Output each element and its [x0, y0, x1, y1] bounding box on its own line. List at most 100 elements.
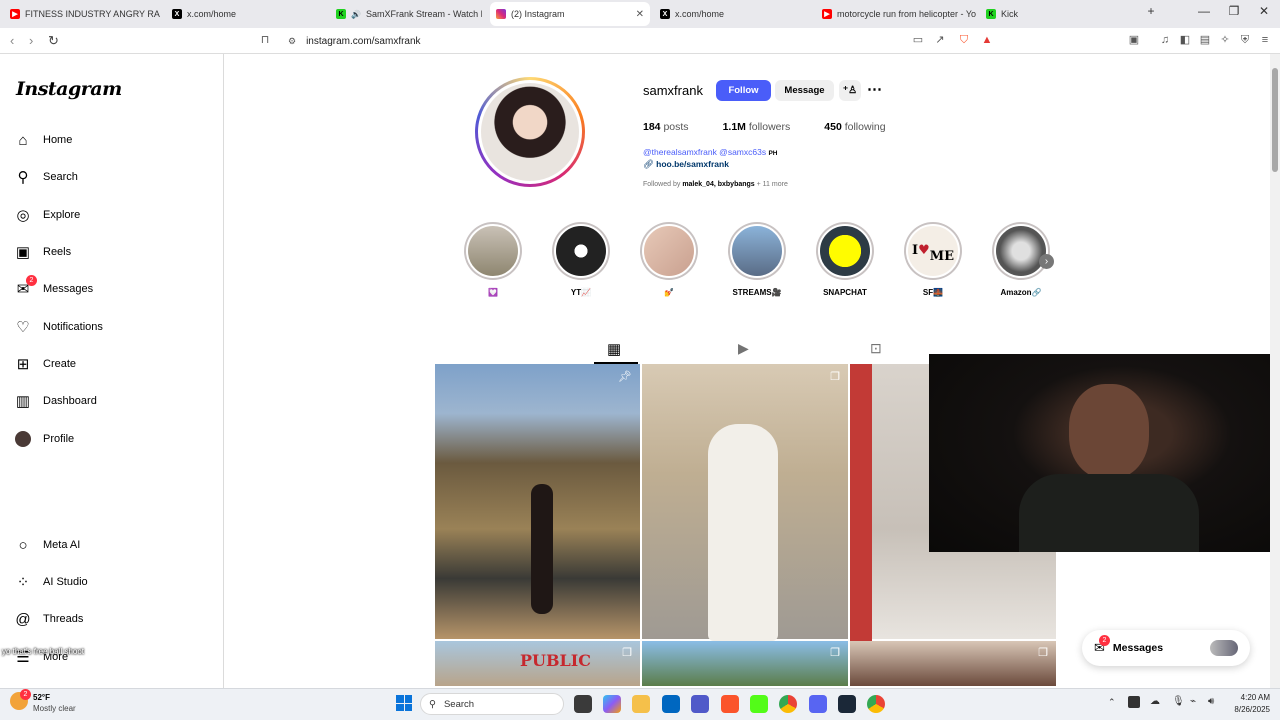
- windows-start-icon[interactable]: [396, 695, 412, 711]
- microphone-icon[interactable]: 🎙︎: [1172, 696, 1185, 707]
- url-field[interactable]: ⚙ instagram.com/samxfrank: [278, 31, 998, 51]
- suggested-users-button[interactable]: ⁺♙: [839, 80, 861, 101]
- audio-icon[interactable]: 🔊: [351, 10, 361, 19]
- volume-icon[interactable]: 🔊︎: [1208, 696, 1214, 707]
- page-scrollbar[interactable]: [1270, 54, 1280, 688]
- close-tab-icon[interactable]: ✕: [636, 9, 644, 20]
- chrome-profile-icon[interactable]: [867, 695, 885, 713]
- teams-icon[interactable]: [691, 695, 709, 713]
- nav-profile[interactable]: Profile: [14, 427, 74, 451]
- nav-ai-studio[interactable]: ⁘ AI Studio: [14, 570, 88, 594]
- followed-by[interactable]: Followed by malek_04, bxbybangs + 11 mor…: [643, 181, 788, 188]
- tray-app-icon[interactable]: [1128, 696, 1140, 708]
- browser-tab-3[interactable]: K 🔊 SamXFrank Stream - Watch Live: [330, 2, 482, 26]
- more-options-icon[interactable]: ⋯: [867, 80, 882, 98]
- weather-temp: 52°F: [33, 693, 50, 702]
- highlight-2[interactable]: [552, 222, 610, 280]
- bookmark-icon[interactable]: ⊓: [258, 33, 272, 47]
- post-tile-5[interactable]: ❐: [642, 641, 850, 688]
- nav-threads[interactable]: @ Threads: [14, 607, 83, 631]
- post-tile-6[interactable]: ❐: [850, 641, 1058, 688]
- nav-dashboard[interactable]: ▥ Dashboard: [14, 389, 97, 413]
- forward-icon[interactable]: ›: [29, 33, 33, 48]
- browser-menu-icon[interactable]: ≡: [1258, 33, 1272, 47]
- bio-link[interactable]: 🔗︎ hoo.be/samxfrank: [643, 159, 729, 170]
- nav-messages[interactable]: ✉ 2 Messages: [14, 275, 93, 301]
- nav-create[interactable]: ⊞ Create: [14, 352, 76, 376]
- minimize-icon[interactable]: —: [1194, 4, 1214, 18]
- vpn-icon[interactable]: ⛨: [1238, 33, 1252, 47]
- close-window-icon[interactable]: ✕: [1254, 4, 1274, 18]
- store-icon[interactable]: [662, 695, 680, 713]
- post-tile-1[interactable]: 📌︎: [435, 364, 642, 641]
- site-info-icon[interactable]: ⚙: [288, 36, 296, 47]
- scrollbar-thumb[interactable]: [1272, 68, 1278, 172]
- instagram-logo[interactable]: Instagram: [16, 78, 122, 100]
- followers-stat[interactable]: 1.1M followers: [723, 121, 791, 133]
- back-icon[interactable]: ‹: [10, 33, 14, 48]
- task-view-icon[interactable]: [574, 695, 592, 713]
- browser-tab-4-active[interactable]: (2) Instagram ✕: [490, 2, 650, 26]
- nav-home[interactable]: ⌂ Home: [14, 128, 72, 152]
- reload-icon[interactable]: ↻: [48, 33, 59, 49]
- brave-rewards-icon[interactable]: ▲: [980, 33, 994, 47]
- messages-floating-button[interactable]: ✉ 2 Messages: [1082, 630, 1250, 666]
- browser-tab-2[interactable]: X x.com/home: [166, 2, 324, 26]
- follow-button[interactable]: Follow: [716, 80, 771, 101]
- browser-tab-5[interactable]: X x.com/home: [654, 2, 812, 26]
- sidebar-toggle-icon[interactable]: ▣: [1127, 33, 1141, 47]
- highlight-7[interactable]: [992, 222, 1050, 280]
- restore-icon[interactable]: ❐: [1224, 4, 1244, 18]
- new-tab-button[interactable]: +: [1141, 4, 1161, 18]
- weather-desc: Mostly clear: [33, 704, 76, 713]
- share-icon[interactable]: ↗: [933, 33, 947, 47]
- file-explorer-icon[interactable]: [632, 695, 650, 713]
- clock-time[interactable]: 4:20 AM: [1226, 693, 1270, 702]
- tray-overflow-icon[interactable]: ⌃: [1108, 697, 1116, 708]
- browser-tab-6[interactable]: ▶ motorcycle run from helicopter - You: [816, 2, 976, 26]
- wallet-icon[interactable]: ▤: [1198, 33, 1212, 47]
- post-tile-2[interactable]: ❐: [642, 364, 850, 641]
- cast-icon[interactable]: ▭: [911, 33, 925, 47]
- network-icon[interactable]: ⌁: [1190, 696, 1196, 707]
- browser-tab-1[interactable]: ▶ FITNESS INDUSTRY ANGRY RANT -: [4, 2, 160, 26]
- followed-by-prefix: Followed by: [643, 181, 681, 188]
- posts-grid-icon[interactable]: ▦: [607, 340, 621, 358]
- onedrive-icon[interactable]: ☁: [1150, 696, 1160, 707]
- following-stat[interactable]: 450 following: [824, 121, 885, 133]
- nav-notifications[interactable]: ♡ Notifications: [14, 315, 103, 339]
- highlight-5[interactable]: [816, 222, 874, 280]
- post-figure: [531, 484, 553, 614]
- reels-tab-icon[interactable]: ▶︎: [738, 340, 749, 357]
- leo-ai-icon[interactable]: ✧: [1218, 33, 1232, 47]
- nav-meta-ai[interactable]: ○ Meta AI: [14, 533, 80, 557]
- public-market-sign: PUBLIC: [520, 651, 591, 670]
- chrome-icon[interactable]: [779, 695, 797, 713]
- kick-app-icon[interactable]: [750, 695, 768, 713]
- clock-date[interactable]: 8/26/2025: [1220, 705, 1270, 714]
- discord-icon[interactable]: [809, 695, 827, 713]
- nav-search[interactable]: ⚲ Search: [14, 165, 78, 189]
- brave-icon[interactable]: [721, 695, 739, 713]
- nav-explore[interactable]: ◎ Explore: [14, 203, 80, 227]
- highlight-1[interactable]: [464, 222, 522, 280]
- highlight-3[interactable]: [640, 222, 698, 280]
- message-button[interactable]: Message: [775, 80, 834, 101]
- post-tile-4[interactable]: PUBLIC ❐: [435, 641, 642, 688]
- browser-tab-7[interactable]: K Kick: [980, 2, 1136, 26]
- copilot-icon[interactable]: [603, 695, 621, 713]
- brave-shield-icon[interactable]: ⛉: [957, 33, 971, 47]
- media-icon[interactable]: ♫: [1158, 33, 1172, 47]
- highlights-next-icon[interactable]: ›: [1039, 254, 1054, 269]
- bio-mentions[interactable]: @therealsamxfrank @samxc63s PH: [643, 147, 777, 157]
- highlight-4[interactable]: [728, 222, 786, 280]
- steam-icon[interactable]: [838, 695, 856, 713]
- i-love-me-cover: I ♥ ME: [906, 224, 960, 278]
- weather-icon[interactable]: 2: [10, 689, 31, 710]
- highlight-6[interactable]: I ♥ ME: [904, 222, 962, 280]
- panel-icon[interactable]: ◧: [1178, 33, 1192, 47]
- profile-avatar[interactable]: [475, 77, 585, 187]
- taskbar-search[interactable]: ⚲ Search: [420, 693, 564, 715]
- nav-reels[interactable]: ▣ Reels: [14, 240, 71, 264]
- tagged-icon[interactable]: ⊡: [870, 340, 882, 357]
